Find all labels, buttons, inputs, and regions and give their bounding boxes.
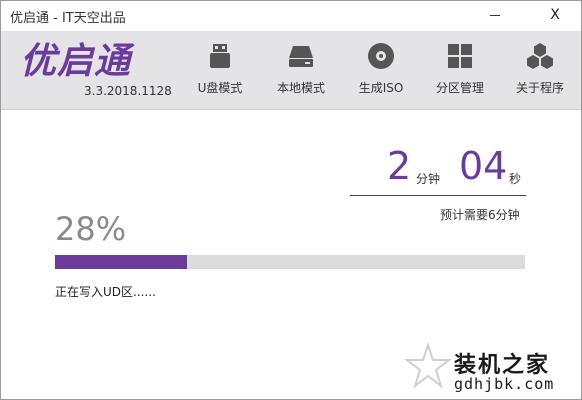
nav-about[interactable]: 关于程序: [504, 31, 576, 109]
nav-about-label: 关于程序: [515, 81, 564, 95]
progress-percent: 28%: [55, 210, 127, 248]
estimated-time: 预计需要6分钟: [440, 208, 520, 222]
seconds-unit: 秒: [509, 172, 522, 186]
minimize-icon: [490, 14, 500, 16]
nav-udisk-label: U盘模式: [197, 81, 243, 95]
nav-local-label: 本地模式: [276, 81, 325, 95]
timer-divider: [350, 195, 526, 196]
app-logo: 优启通: [20, 41, 132, 82]
nav-partition-label: 分区管理: [435, 81, 484, 95]
watermark-url: gdhjbk.com: [454, 375, 555, 393]
elapsed-minutes: 2: [387, 144, 412, 188]
watermark-star-icon: [404, 342, 452, 389]
title-bar: 优启通 - IT天空出品 X: [0, 0, 582, 31]
hard-disk-icon: [289, 46, 313, 67]
nav-local-mode[interactable]: 本地模式: [265, 31, 337, 109]
nav-make-iso[interactable]: 生成ISO: [345, 31, 417, 109]
hexagons-icon: [527, 43, 553, 69]
progress-bar: [55, 255, 525, 269]
close-button[interactable]: X: [540, 3, 570, 27]
partition-grid-icon: [448, 44, 472, 68]
disc-icon: [368, 43, 394, 69]
minimize-button[interactable]: [480, 3, 510, 27]
window-title: 优启通 - IT天空出品: [10, 11, 126, 26]
nav-partition-manage[interactable]: 分区管理: [424, 31, 496, 109]
watermark: 装机之家 gdhjbk.com: [404, 342, 574, 394]
elapsed-seconds: 04: [459, 144, 508, 188]
header-toolbar: 优启通 3.3.2018.1128 U盘模式 本地模式 生成ISO 分区管理 关…: [0, 31, 582, 110]
minutes-unit: 分钟: [416, 172, 441, 186]
nav-iso-label: 生成ISO: [358, 81, 404, 95]
version-label: 3.3.2018.1128: [84, 84, 172, 98]
progress-fill: [55, 255, 187, 269]
usb-drive-icon: [210, 44, 230, 68]
nav-udisk-mode[interactable]: U盘模式: [184, 31, 256, 109]
progress-status: 正在写入UD区......: [55, 285, 156, 299]
